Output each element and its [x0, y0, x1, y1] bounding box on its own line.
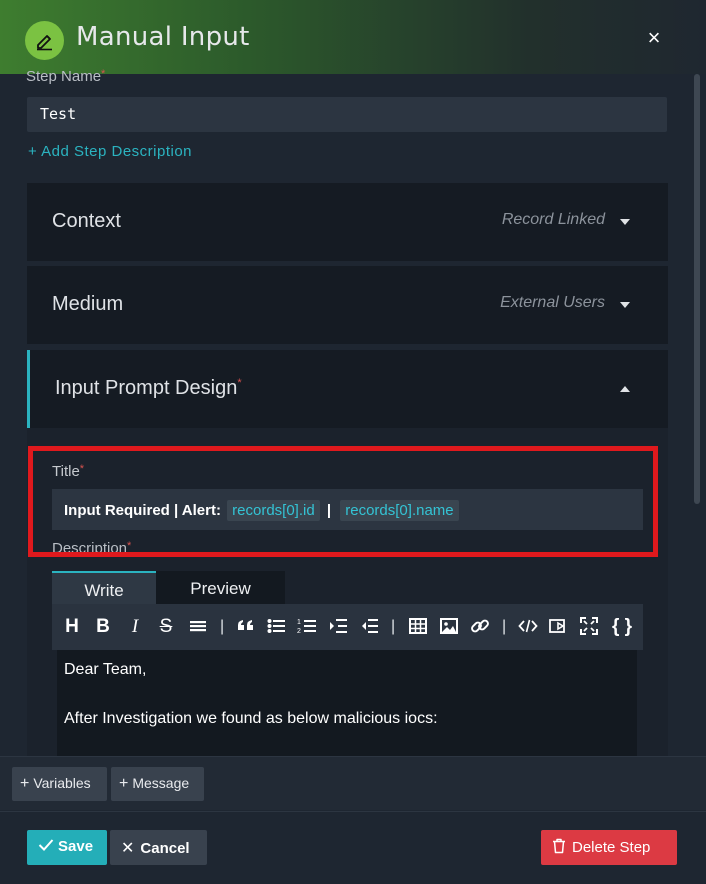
chevron-up-icon[interactable]: [620, 386, 630, 392]
indent-icon[interactable]: [326, 616, 350, 642]
variables-label: Variables: [33, 775, 91, 791]
plus-icon: +: [119, 775, 129, 792]
input-prompt-design-title: Input Prompt Design*: [55, 377, 242, 400]
link-icon[interactable]: [468, 616, 492, 642]
bold-icon[interactable]: B: [91, 616, 115, 638]
preview-side-icon[interactable]: [546, 616, 570, 642]
toolbar-separator: |: [220, 618, 225, 635]
italic-icon[interactable]: I: [123, 616, 147, 638]
strikethrough-icon[interactable]: S: [154, 616, 178, 638]
variables-button[interactable]: + Variables: [12, 767, 107, 801]
numbered-list-icon[interactable]: 12: [295, 616, 319, 642]
editor-line: After Investigation we found as below ma…: [64, 710, 438, 727]
medium-panel-value: External Users: [500, 294, 605, 311]
horizontal-rule-icon[interactable]: [186, 616, 210, 642]
required-mark: *: [237, 377, 242, 389]
code-icon[interactable]: [516, 616, 540, 642]
outdent-icon[interactable]: [357, 616, 381, 642]
step-name-label-text: Step Name: [26, 68, 102, 85]
editor-line: Dear Team,: [64, 661, 147, 678]
required-mark: *: [101, 68, 106, 80]
fullscreen-icon[interactable]: [577, 616, 601, 642]
delete-step-button[interactable]: Delete Step: [541, 830, 677, 865]
cancel-button[interactable]: ✕ Cancel: [110, 830, 207, 865]
context-panel-value: Record Linked: [501, 211, 605, 228]
chevron-down-icon[interactable]: [620, 302, 630, 308]
medium-panel[interactable]: Medium External Users: [27, 266, 668, 344]
manual-input-modal: Manual Input × Step Name* Test + Add Ste…: [0, 0, 706, 884]
description-editor[interactable]: Dear Team, After Investigation we found …: [57, 650, 637, 760]
image-icon[interactable]: [437, 616, 461, 642]
editor-toolbar: H B I S | 12 | | {}: [52, 604, 643, 650]
save-label: Save: [58, 838, 94, 855]
trash-icon: [552, 838, 566, 858]
save-button[interactable]: Save: [27, 830, 107, 865]
svg-text:2: 2: [297, 628, 301, 635]
message-label: Message: [132, 775, 190, 791]
pencil-icon: [25, 21, 64, 60]
close-icon: ✕: [121, 840, 135, 857]
delete-step-label: Delete Step: [572, 838, 651, 856]
toolbar-separator: |: [391, 618, 396, 635]
heading-icon[interactable]: H: [60, 616, 84, 638]
add-step-description-link[interactable]: + Add Step Description: [28, 143, 192, 160]
scrollbar[interactable]: [694, 74, 700, 504]
bullet-list-icon[interactable]: [264, 616, 288, 642]
tab-preview[interactable]: Preview: [156, 571, 285, 604]
message-button[interactable]: + Message: [111, 767, 204, 801]
medium-panel-title: Medium: [52, 293, 124, 315]
check-icon: [38, 838, 54, 856]
title-highlight-box: [28, 446, 658, 557]
step-name-input[interactable]: Test: [27, 97, 667, 132]
step-name-label: Step Name*: [26, 68, 105, 85]
context-panel-title: Context: [52, 210, 121, 232]
braces-icon[interactable]: { }: [608, 616, 636, 638]
toolbar-separator: |: [502, 618, 507, 635]
plus-icon: +: [20, 775, 30, 792]
modal-header: Manual Input ×: [0, 0, 706, 74]
editor-tabs: Write Preview: [52, 571, 285, 604]
tab-write[interactable]: Write: [52, 571, 156, 604]
svg-text:1: 1: [297, 619, 301, 626]
input-prompt-design-panel[interactable]: Input Prompt Design*: [27, 350, 668, 428]
modal-title: Manual Input: [76, 22, 250, 52]
table-icon[interactable]: [406, 616, 430, 642]
close-icon[interactable]: ×: [643, 27, 665, 49]
context-panel[interactable]: Context Record Linked: [27, 183, 668, 261]
input-prompt-design-title-text: Input Prompt Design: [55, 377, 238, 399]
cancel-label: Cancel: [140, 840, 190, 857]
chevron-down-icon[interactable]: [620, 219, 630, 225]
quote-icon[interactable]: [234, 616, 258, 642]
